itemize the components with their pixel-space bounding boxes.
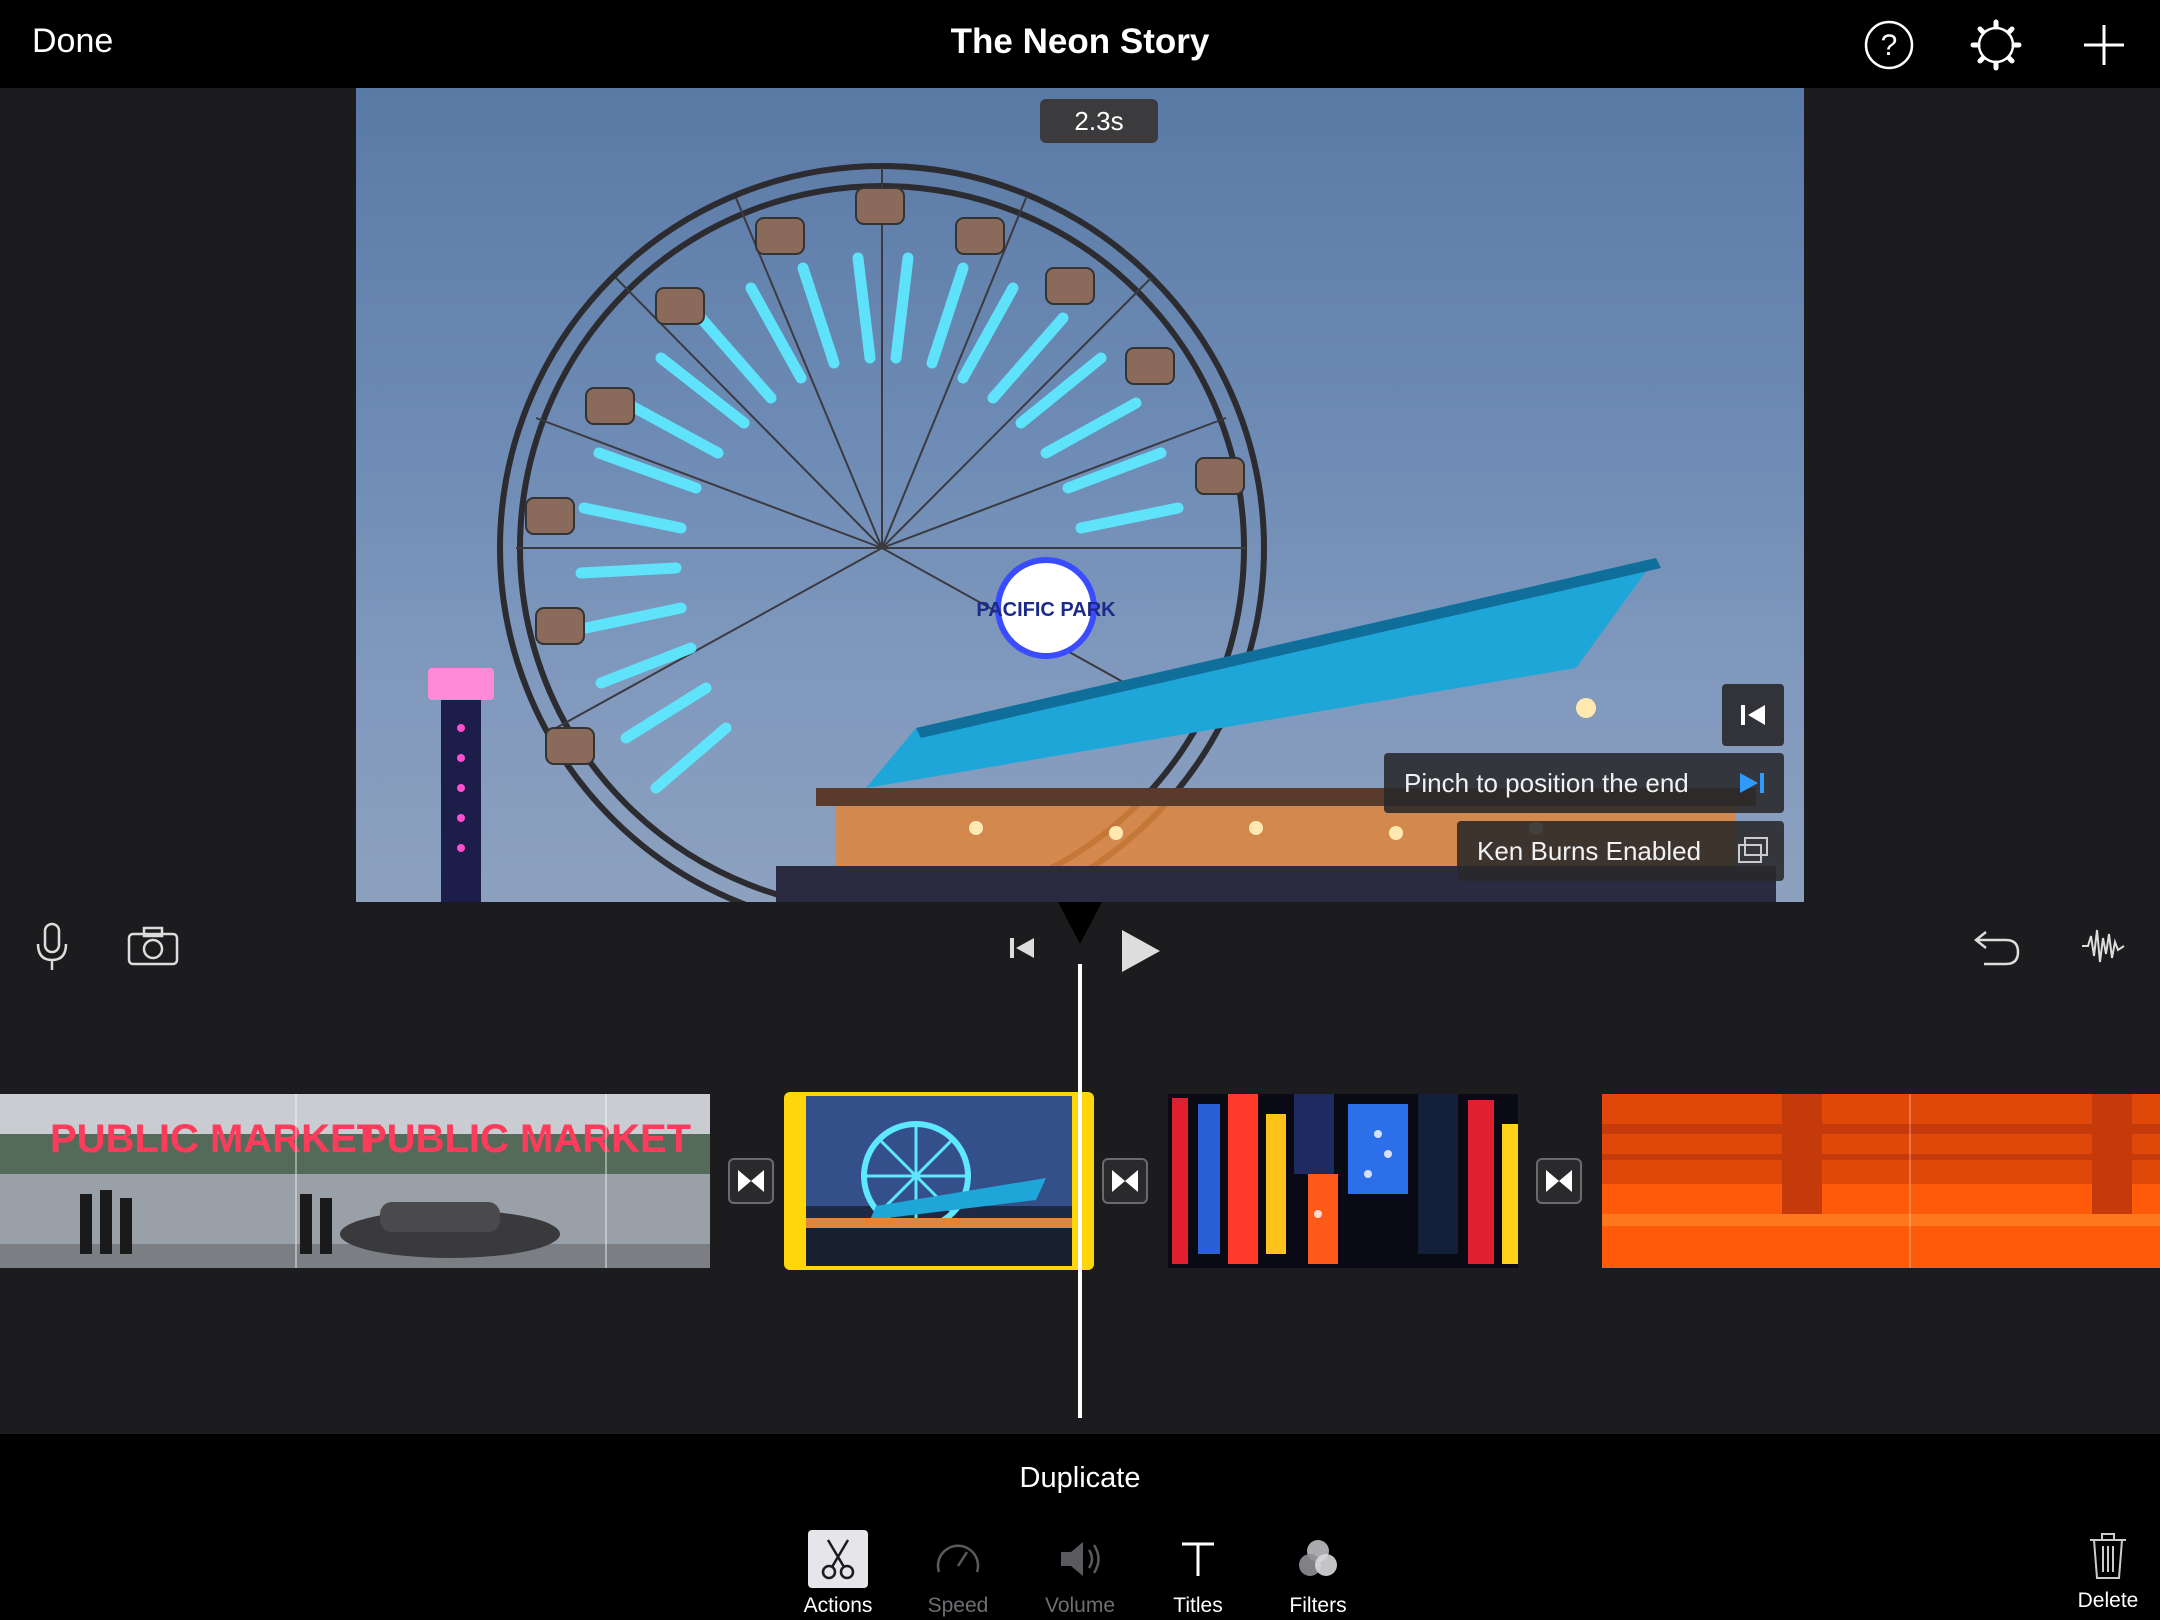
camera-icon[interactable] [126,924,180,973]
skip-to-start-icon [1010,938,1034,958]
transition-button[interactable] [1102,1158,1148,1204]
delete-label: Delete [2077,1589,2139,1612]
duration-badge: 2.3s [1040,99,1158,143]
play-icon [1122,930,1160,972]
ken-burns-toggle[interactable]: Ken Burns Enabled [1457,821,1784,881]
set-start-button[interactable] [1722,684,1784,746]
microphone-icon[interactable] [32,920,72,977]
clip-neon-signs[interactable] [1168,1094,1518,1268]
clip-sign-text-1: PUBLIC MARKET [50,1117,381,1161]
clip-orange-machinery[interactable] [1602,1094,2160,1268]
add-plus-icon[interactable] [2077,18,2131,72]
play-button[interactable] [1118,926,1164,981]
filters-circles-icon [1288,1530,1348,1588]
settings-gear-icon[interactable] [1969,18,2023,72]
tab-label: Filters [1289,1594,1347,1617]
tab-titles[interactable]: Titles [1148,1530,1248,1618]
transition-button[interactable] [1536,1158,1582,1204]
scissors-icon [808,1530,868,1588]
trash-icon [2090,1533,2126,1579]
undo-icon[interactable] [1972,924,2022,973]
transition-button[interactable] [728,1158,774,1204]
ken-burns-icon [1738,837,1768,863]
tab-label: Titles [1173,1594,1223,1617]
delete-button[interactable]: Delete [2060,1530,2156,1613]
svg-text:?: ? [1881,29,1898,62]
transition-icon [738,1170,764,1192]
skip-to-end-icon[interactable] [1736,767,1768,799]
transition-icon [1112,1170,1138,1192]
playhead-notch [1058,902,1102,944]
speedometer-icon [928,1530,988,1588]
text-t-icon [1168,1530,1228,1588]
tab-label: Speed [927,1594,989,1617]
rewind-to-start-button[interactable] [1004,930,1040,971]
tab-label: Volume [1044,1594,1116,1617]
skip-to-start-icon [1741,705,1765,725]
clip-public-market[interactable]: PUBLIC MARKET PUBLIC MARKET [0,1094,710,1268]
clip-ferris-wheel[interactable] [806,1096,1072,1266]
action-label[interactable]: Duplicate [0,1462,2160,1495]
tab-filters[interactable]: Filters [1268,1530,1368,1618]
pinch-hint-text: Pinch to position the end [1404,768,1689,798]
help-icon[interactable]: ? [1862,18,1916,72]
clip-sign-text-2: PUBLIC MARKET [360,1117,691,1161]
tab-speed[interactable]: Speed [908,1530,1008,1618]
playhead[interactable] [1078,964,1082,1418]
pacific-park-sign: PACIFIC PARK [976,599,1116,621]
tab-volume[interactable]: Volume [1030,1530,1130,1618]
tab-actions[interactable]: Actions [788,1530,888,1618]
transition-icon [1546,1170,1572,1192]
ken-burns-label: Ken Burns Enabled [1477,836,1702,866]
audio-waveform-icon[interactable] [2080,924,2126,973]
tab-label: Actions [803,1594,873,1617]
project-title: The Neon Story [950,22,1210,61]
speaker-icon [1050,1530,1110,1588]
pinch-hint: Pinch to position the end [1384,753,1784,813]
